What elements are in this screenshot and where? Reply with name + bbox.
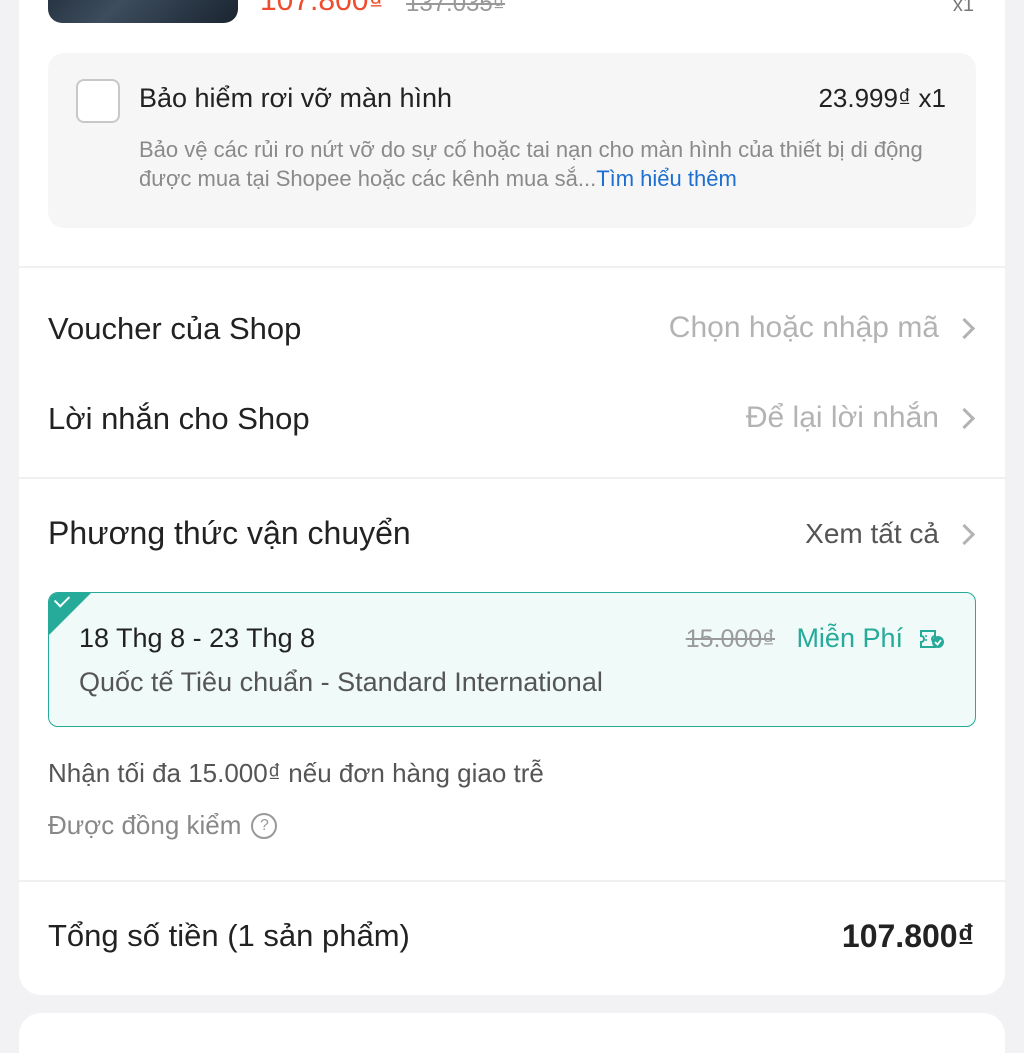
divider — [19, 880, 1005, 882]
shipping-option-selected[interactable]: 18 Thg 8 - 23 Thg 8 Quốc tế Tiêu chuẩn -… — [48, 592, 976, 727]
message-input[interactable]: Để lại lời nhắn — [745, 401, 976, 435]
chevron-right-icon — [953, 407, 976, 429]
insurance-description-text: Bảo vệ các rủi ro nứt vỡ do sự cố hoặc t… — [139, 137, 923, 191]
insurance-price: 23.999₫ x1 — [818, 83, 946, 113]
insurance-title: Bảo hiểm rơi vỡ màn hình — [139, 83, 453, 113]
total-label: Tổng số tiền (1 sản phẩm) — [48, 918, 410, 953]
divider — [19, 477, 1005, 479]
free-shipping-voucher-icon — [920, 630, 944, 648]
shipping-original-fee: 15.000₫ — [685, 625, 775, 653]
shipping-service-name: Quốc tế Tiêu chuẩn - Standard Internatio… — [79, 667, 603, 697]
help-icon[interactable]: ? — [251, 812, 278, 839]
late-delivery-note: Nhận tối đa 15.000₫ nếu đơn hàng giao tr… — [48, 758, 544, 788]
chevron-right-icon — [953, 523, 976, 545]
learn-more-link[interactable]: Tìm hiểu thêm — [596, 166, 737, 191]
chevron-right-icon — [953, 317, 976, 339]
voucher-label: Voucher của Shop — [48, 311, 302, 346]
delivery-date-range: 18 Thg 8 - 23 Thg 8 — [79, 623, 316, 653]
insurance-box: Bảo hiểm rơi vỡ màn hình 23.999₫ x1 Bảo … — [48, 53, 976, 228]
shipping-title: Phương thức vận chuyển — [48, 515, 411, 551]
co-inspection-note: Được đồng kiểm ? — [48, 810, 278, 841]
product-quantity: x1 — [952, 0, 974, 16]
view-all-shipping-button[interactable]: Xem tất cả — [805, 518, 976, 550]
shipping-fee-free: Miễn Phí — [796, 623, 903, 653]
insurance-description: Bảo vệ các rủi ro nứt vỡ do sự cố hoặc t… — [139, 135, 949, 193]
voucher-selector[interactable]: Chọn hoặc nhập mã — [668, 311, 976, 345]
message-label: Lời nhắn cho Shop — [48, 401, 310, 436]
next-section-card — [19, 1013, 1005, 1053]
view-all-label: Xem tất cả — [805, 518, 939, 549]
product-original-price: 137.035₫ — [406, 0, 506, 17]
divider — [19, 266, 1005, 268]
insurance-checkbox[interactable] — [76, 79, 120, 123]
product-price: 107.800₫ — [260, 0, 384, 17]
message-placeholder: Để lại lời nhắn — [745, 401, 939, 434]
co-inspection-label: Được đồng kiểm — [48, 810, 242, 840]
total-value: 107.800₫ — [841, 918, 974, 954]
product-thumbnail[interactable] — [48, 0, 238, 23]
voucher-placeholder: Chọn hoặc nhập mã — [668, 311, 939, 344]
